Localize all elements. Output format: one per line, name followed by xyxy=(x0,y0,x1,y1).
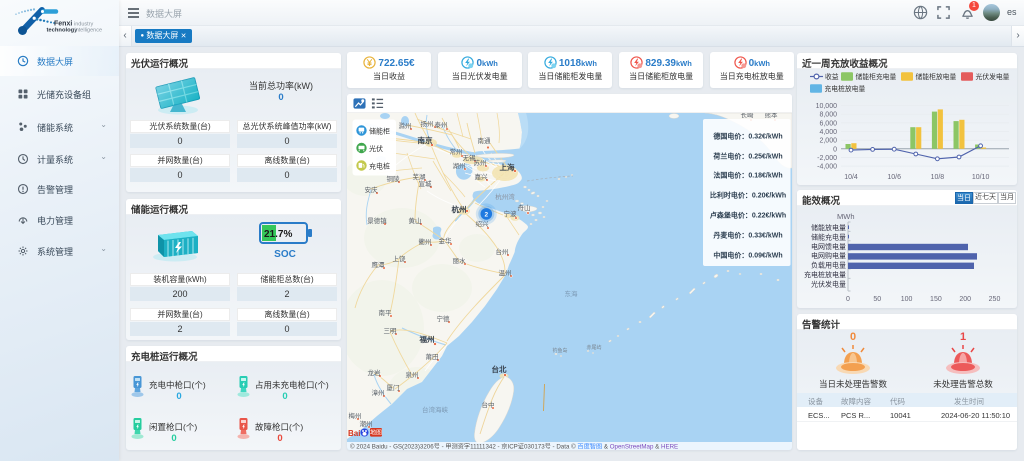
svg-text:电网馈电量: 电网馈电量 xyxy=(811,242,846,251)
svg-text:南通: 南通 xyxy=(478,136,492,145)
svg-text:舟山: 舟山 xyxy=(518,203,531,212)
svg-text:收益: 收益 xyxy=(825,72,839,81)
svg-text:4,000: 4,000 xyxy=(819,129,837,136)
svg-text:充电桩: 充电桩 xyxy=(369,162,390,171)
svg-text:MWh: MWh xyxy=(837,212,855,221)
svg-text:安庆: 安庆 xyxy=(365,185,379,194)
svg-text:地图: 地图 xyxy=(370,429,382,437)
svg-text:南平: 南平 xyxy=(379,308,393,317)
svg-text:杭州: 杭州 xyxy=(452,204,467,214)
svg-text:莆田: 莆田 xyxy=(426,352,439,361)
svg-text:台北: 台北 xyxy=(492,364,507,374)
svg-text:鹰潭: 鹰潭 xyxy=(372,260,386,269)
svg-text:光伏发电量: 光伏发电量 xyxy=(811,279,846,288)
svg-text:10/6: 10/6 xyxy=(887,174,901,181)
svg-text:湖州: 湖州 xyxy=(453,161,466,170)
svg-text:福州: 福州 xyxy=(419,334,435,344)
svg-text:中国电价：0.09€/kWh: 中国电价：0.09€/kWh xyxy=(713,251,782,260)
svg-text:南京: 南京 xyxy=(418,135,433,145)
svg-text:杭州湾: 杭州湾 xyxy=(495,192,515,201)
svg-text:intelligence: intelligence xyxy=(75,28,103,34)
svg-text:储能柜充电量: 储能柜充电量 xyxy=(856,72,897,81)
svg-text:卢森堡电价：0.22€/kWh: 卢森堡电价：0.22€/kWh xyxy=(710,211,786,220)
svg-text:充电桩放电量: 充电桩放电量 xyxy=(804,270,846,279)
svg-text:负载用电量: 负载用电量 xyxy=(811,261,846,270)
svg-text:潮州: 潮州 xyxy=(360,419,373,428)
svg-text:Bai: Bai xyxy=(348,429,360,438)
svg-text:东海: 东海 xyxy=(565,289,579,298)
svg-text:储能充电量: 储能充电量 xyxy=(811,232,846,241)
svg-text:-4,000: -4,000 xyxy=(817,164,837,171)
svg-text:250: 250 xyxy=(989,296,1001,303)
svg-text:50: 50 xyxy=(873,296,881,303)
svg-text:100: 100 xyxy=(901,296,913,303)
svg-text:光伏: 光伏 xyxy=(369,144,383,153)
svg-text:比利时电价：0.20€/kWh: 比利时电价：0.20€/kWh xyxy=(710,191,786,200)
svg-text:法国电价：0.18€/kWh: 法国电价：0.18€/kWh xyxy=(713,171,782,180)
svg-text:漳州: 漳州 xyxy=(372,388,385,397)
svg-text:台湾海峡: 台湾海峡 xyxy=(422,405,449,414)
svg-text:温州: 温州 xyxy=(499,268,512,277)
svg-text:钓鱼岛: 钓鱼岛 xyxy=(552,347,567,354)
svg-text:充电桩放电量: 充电桩放电量 xyxy=(825,84,866,93)
svg-text:-2,000: -2,000 xyxy=(817,155,837,162)
svg-text:德国电价：0.32€/kWh: 德国电价：0.32€/kWh xyxy=(713,132,782,141)
svg-text:0: 0 xyxy=(846,296,850,303)
svg-text:上海: 上海 xyxy=(500,162,515,172)
svg-text:泰州: 泰州 xyxy=(435,120,448,129)
svg-text:储能柜: 储能柜 xyxy=(369,127,390,136)
svg-text:台中: 台中 xyxy=(482,400,495,409)
svg-text:10/4: 10/4 xyxy=(844,174,858,181)
svg-text:滁州: 滁州 xyxy=(399,121,412,130)
svg-text:© 2024 Baidu - GS(2023)3206号 -: © 2024 Baidu - GS(2023)3206号 - 甲测资字11111… xyxy=(350,442,678,450)
svg-text:电网购电量: 电网购电量 xyxy=(811,251,846,260)
svg-text:上饶: 上饶 xyxy=(393,254,407,263)
svg-text:10/10: 10/10 xyxy=(972,174,990,181)
svg-text:丹麦电价：0.33€/kWh: 丹麦电价：0.33€/kWh xyxy=(712,230,782,239)
svg-text:储能柜放电量: 储能柜放电量 xyxy=(916,72,957,81)
svg-text:金华: 金华 xyxy=(439,236,453,245)
svg-text:泉州: 泉州 xyxy=(406,370,419,379)
svg-text:0: 0 xyxy=(833,146,837,153)
svg-text:150: 150 xyxy=(930,296,942,303)
svg-text:赤尾屿: 赤尾屿 xyxy=(586,344,601,351)
svg-text:三明: 三明 xyxy=(384,327,398,335)
svg-text:长崎: 长崎 xyxy=(741,113,755,119)
svg-text:6,000: 6,000 xyxy=(819,120,837,127)
svg-text:宁波: 宁波 xyxy=(504,209,518,218)
svg-text:10/8: 10/8 xyxy=(931,174,945,181)
svg-text:厦门: 厦门 xyxy=(387,383,400,392)
svg-text:熊本: 熊本 xyxy=(765,113,779,119)
svg-text:宁德: 宁德 xyxy=(437,314,451,323)
svg-text:常州: 常州 xyxy=(450,147,463,156)
svg-text:黄山: 黄山 xyxy=(409,216,422,225)
svg-text:2,000: 2,000 xyxy=(819,138,837,145)
svg-text:Fenxi: Fenxi xyxy=(54,21,72,28)
svg-text:21.7%: 21.7% xyxy=(264,229,292,240)
svg-text:龙岩: 龙岩 xyxy=(368,368,382,377)
svg-text:丽水: 丽水 xyxy=(453,256,467,265)
svg-text:梅州: 梅州 xyxy=(349,411,362,420)
svg-text:10,000: 10,000 xyxy=(816,103,838,110)
svg-text:景德镇: 景德镇 xyxy=(367,216,387,225)
svg-text:2: 2 xyxy=(484,211,488,218)
svg-text:8,000: 8,000 xyxy=(819,112,837,119)
svg-text:衢州: 衢州 xyxy=(419,237,432,246)
svg-text:扬州: 扬州 xyxy=(421,119,434,128)
svg-text:荷兰电价：0.25€/kWh: 荷兰电价：0.25€/kWh xyxy=(712,151,782,160)
svg-text:芜湖: 芜湖 xyxy=(413,172,427,181)
svg-text:200: 200 xyxy=(959,296,971,303)
svg-text:光伏发电量: 光伏发电量 xyxy=(976,72,1010,81)
svg-text:苏州: 苏州 xyxy=(474,158,487,167)
svg-text:储能放电量: 储能放电量 xyxy=(811,223,846,232)
svg-text:台州: 台州 xyxy=(496,247,509,256)
svg-text:嘉兴: 嘉兴 xyxy=(475,172,489,181)
svg-text:technology: technology xyxy=(47,28,79,34)
